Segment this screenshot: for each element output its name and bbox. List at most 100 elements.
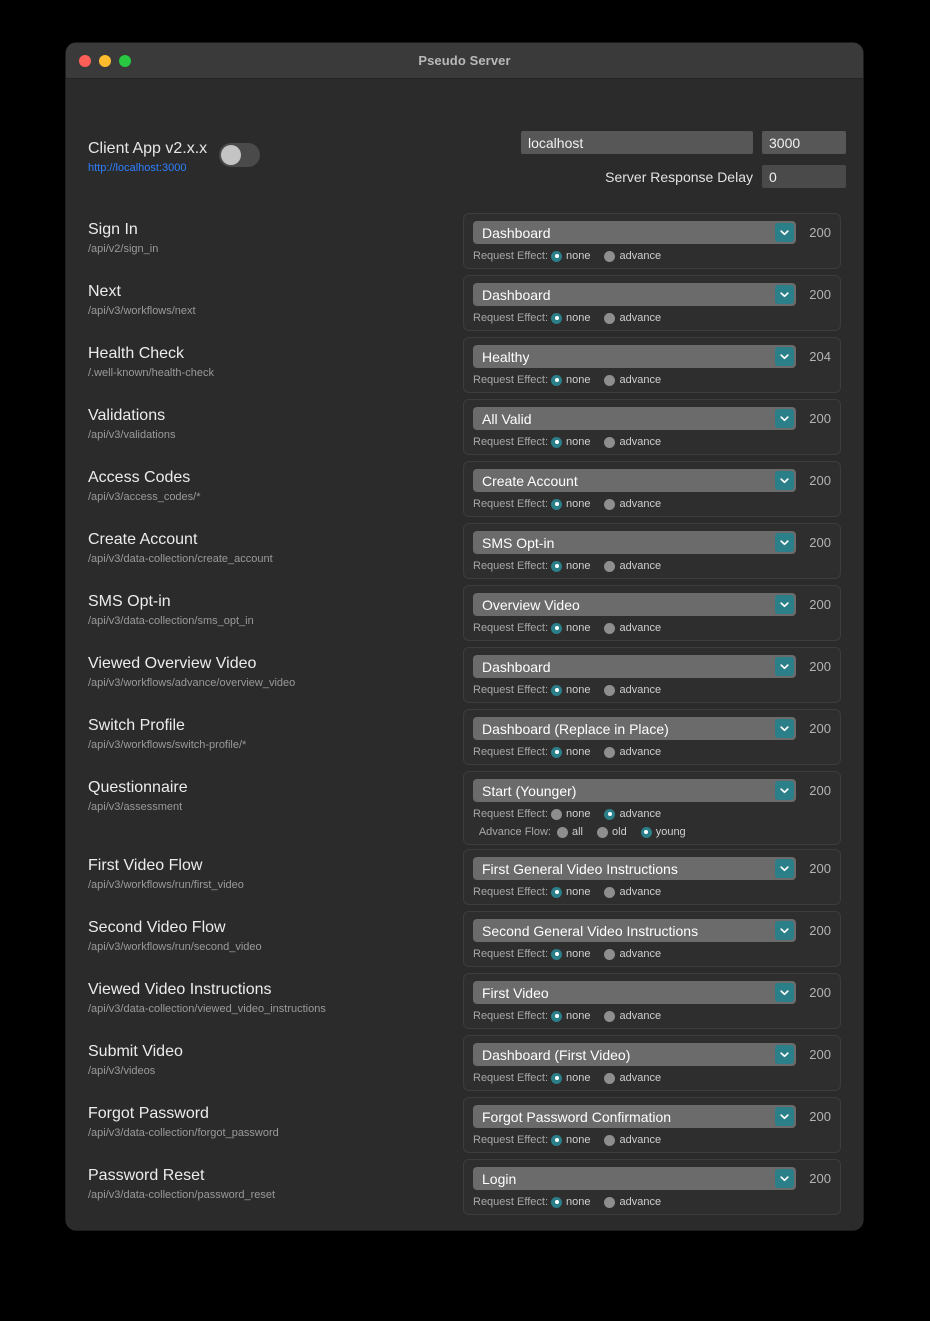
- chevron-down-icon[interactable]: [775, 471, 794, 490]
- chevron-down-icon[interactable]: [775, 983, 794, 1002]
- endpoint-row: Next/api/v3/workflows/next Dashboard 200 Re…: [66, 275, 863, 337]
- response-select[interactable]: SMS Opt-in: [473, 531, 796, 554]
- response-select[interactable]: Dashboard: [473, 283, 796, 306]
- request-effect-none-radio-indicator: [551, 684, 562, 696]
- response-select[interactable]: Dashboard (First Video): [473, 1043, 796, 1066]
- response-select[interactable]: Login: [473, 1167, 796, 1190]
- request-effect-none-radio[interactable]: none: [551, 1196, 590, 1208]
- chevron-down-icon[interactable]: [775, 347, 794, 366]
- request-effect-none-radio[interactable]: none: [551, 1010, 590, 1022]
- client-app-url-link[interactable]: http://localhost:3000: [88, 162, 207, 176]
- chevron-down-icon[interactable]: [775, 1169, 794, 1188]
- response-row: Login 200: [473, 1167, 831, 1190]
- response-select[interactable]: Forgot Password Confirmation: [473, 1105, 796, 1128]
- request-effect-advance-radio[interactable]: advance: [604, 684, 661, 696]
- request-effect-none-radio[interactable]: none: [551, 948, 590, 960]
- request-effect-advance-radio[interactable]: advance: [604, 622, 661, 634]
- request-effect-none-radio[interactable]: none: [551, 622, 590, 634]
- response-delay-input[interactable]: [762, 165, 846, 188]
- request-effect-row: Request Effect: none advance: [473, 808, 831, 820]
- endpoint-row: Validations/api/v3/validations All Valid 2…: [66, 399, 863, 461]
- chevron-down-icon[interactable]: [775, 657, 794, 676]
- request-effect-row: Request Effect: none advance: [473, 498, 831, 510]
- request-effect-advance-radio[interactable]: advance: [604, 374, 661, 386]
- response-select[interactable]: Start (Younger): [473, 779, 796, 802]
- request-effect-advance-radio-indicator: [604, 886, 616, 898]
- endpoint-row: First Video Flow/api/v3/workflows/run/fi…: [66, 849, 863, 911]
- request-effect-advance-radio[interactable]: advance: [604, 1010, 661, 1022]
- endpoint-name: SMS Opt-in: [88, 593, 171, 610]
- host-input[interactable]: [521, 131, 753, 154]
- request-effect-none-radio[interactable]: none: [551, 436, 590, 448]
- minimize-window-icon[interactable]: [99, 54, 111, 67]
- request-effect-advance-radio[interactable]: advance: [604, 808, 661, 820]
- request-effect-advance-radio[interactable]: advance: [604, 948, 661, 960]
- request-effect-none-radio-label: none: [566, 1196, 591, 1208]
- response-select[interactable]: First General Video Instructions: [473, 857, 796, 880]
- request-effect-none-radio[interactable]: none: [551, 1134, 590, 1146]
- status-code: 200: [809, 597, 831, 612]
- port-input[interactable]: [762, 131, 846, 154]
- request-effect-none-radio-indicator: [551, 1134, 562, 1146]
- request-effect-none-radio[interactable]: none: [551, 1072, 590, 1084]
- request-effect-none-radio[interactable]: none: [551, 808, 590, 820]
- request-effect-advance-radio[interactable]: advance: [604, 498, 661, 510]
- chevron-down-icon[interactable]: [775, 285, 794, 304]
- response-select-value: All Valid: [482, 410, 532, 427]
- request-effect-advance-radio[interactable]: advance: [604, 886, 661, 898]
- chevron-down-icon[interactable]: [775, 595, 794, 614]
- request-effect-none-radio[interactable]: none: [551, 374, 590, 386]
- request-effect-none-radio[interactable]: none: [551, 684, 590, 696]
- chevron-down-icon[interactable]: [775, 223, 794, 242]
- client-app-toggle[interactable]: [219, 143, 261, 167]
- request-effect-advance-radio[interactable]: advance: [604, 1072, 661, 1084]
- chevron-down-icon[interactable]: [775, 1045, 794, 1064]
- endpoint-row: Second Video Flow/api/v3/workflows/run/s…: [66, 911, 863, 973]
- endpoint-info: Viewed Video Instructions/api/v3/data-co…: [88, 980, 326, 1015]
- response-select[interactable]: Second General Video Instructions: [473, 919, 796, 942]
- request-effect-advance-radio[interactable]: advance: [604, 250, 661, 262]
- maximize-window-icon[interactable]: [119, 54, 131, 67]
- request-effect-none-radio[interactable]: none: [551, 560, 590, 572]
- request-effect-none-radio[interactable]: none: [551, 498, 590, 510]
- request-effect-none-radio[interactable]: none: [551, 746, 590, 758]
- chevron-down-icon[interactable]: [775, 533, 794, 552]
- request-effect-row: Request Effect: none advance: [473, 1134, 831, 1146]
- response-select[interactable]: Dashboard: [473, 655, 796, 678]
- chevron-down-icon[interactable]: [775, 1107, 794, 1126]
- endpoint-name: Switch Profile: [88, 717, 185, 734]
- chevron-down-icon[interactable]: [775, 719, 794, 738]
- chevron-down-icon[interactable]: [775, 409, 794, 428]
- close-window-icon[interactable]: [79, 54, 91, 67]
- request-effect-advance-radio[interactable]: advance: [604, 1196, 661, 1208]
- response-select[interactable]: First Video: [473, 981, 796, 1004]
- request-effect-none-radio-label: none: [566, 622, 591, 634]
- endpoint-path: /api/v3/assessment: [88, 801, 183, 814]
- request-effect-none-radio-label: none: [566, 886, 591, 898]
- request-effect-advance-radio[interactable]: advance: [604, 746, 661, 758]
- response-select[interactable]: Create Account: [473, 469, 796, 492]
- chevron-down-icon[interactable]: [775, 781, 794, 800]
- request-effect-none-radio[interactable]: none: [551, 250, 590, 262]
- request-effect-advance-radio[interactable]: advance: [604, 312, 661, 324]
- request-effect-advance-radio[interactable]: advance: [604, 560, 661, 572]
- request-effect-advance-radio[interactable]: advance: [604, 436, 661, 448]
- response-select[interactable]: Healthy: [473, 345, 796, 368]
- advance-flow-young-radio[interactable]: young: [640, 826, 686, 838]
- response-select[interactable]: Overview Video: [473, 593, 796, 616]
- request-effect-none-radio[interactable]: none: [551, 312, 590, 324]
- response-select-value: Dashboard: [482, 224, 551, 241]
- advance-flow-old-radio[interactable]: old: [597, 826, 627, 838]
- chevron-down-icon[interactable]: [775, 859, 794, 878]
- window-title: Pseudo Server: [418, 53, 511, 68]
- response-select[interactable]: Dashboard (Replace in Place): [473, 717, 796, 740]
- advance-flow-all-radio[interactable]: all: [557, 826, 583, 838]
- response-select[interactable]: Dashboard: [473, 221, 796, 244]
- response-select[interactable]: All Valid: [473, 407, 796, 430]
- endpoint-name: Forgot Password: [88, 1105, 209, 1122]
- request-effect-none-radio[interactable]: none: [551, 886, 590, 898]
- endpoint-path: /api/v3/data-collection/forgot_password: [88, 1127, 279, 1140]
- request-effect-advance-radio[interactable]: advance: [604, 1134, 661, 1146]
- chevron-down-icon[interactable]: [775, 921, 794, 940]
- request-effect-advance-radio-indicator: [604, 498, 616, 510]
